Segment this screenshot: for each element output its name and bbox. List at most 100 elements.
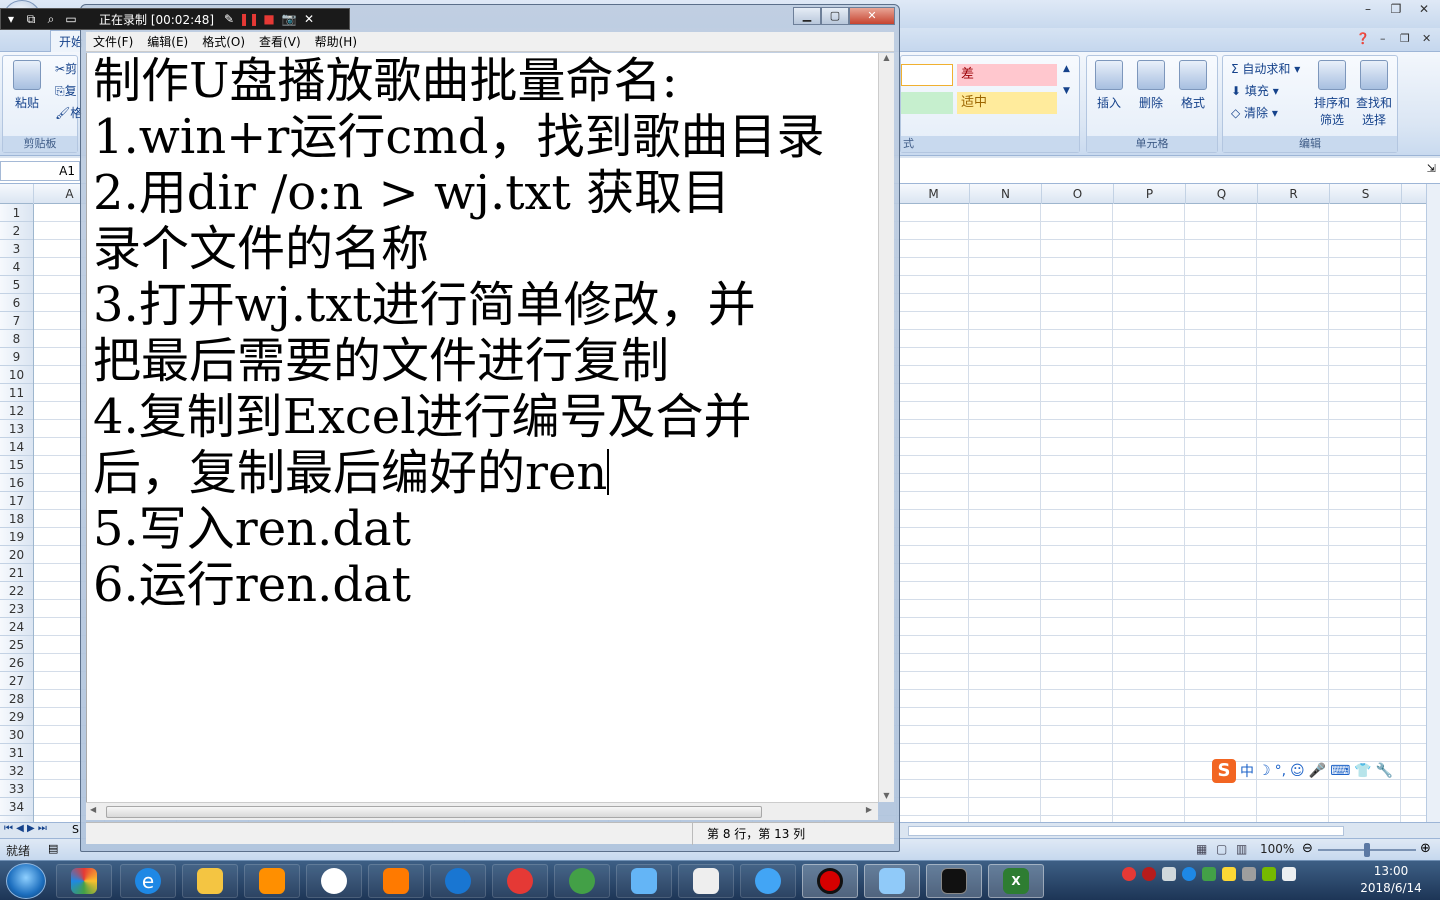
view-layout-icon[interactable]: ▢ [1216,842,1227,856]
excel-horizontal-scrollbar[interactable] [908,826,1344,836]
ime-emoji-icon[interactable]: ☺ [1290,763,1305,779]
taskbar-clock[interactable]: 13:00 2018/6/14 [1350,863,1432,897]
row-header[interactable]: 12 [0,402,33,420]
tray-nvidia-icon[interactable] [1262,867,1276,881]
notepad-minimize-button[interactable]: ▁ [793,7,821,25]
row-header[interactable]: 31 [0,744,33,762]
copy-button[interactable]: ⎘复 [55,82,77,100]
tray-sogou-icon[interactable] [1122,867,1136,881]
scroll-up-icon[interactable]: ▲ [879,53,894,62]
taskbar-app-colorful-icon[interactable] [56,864,112,898]
column-header-q[interactable]: Q [1186,184,1258,204]
row-header[interactable]: 19 [0,528,33,546]
format-button[interactable]: 格式 [1173,60,1213,111]
ime-settings-icon[interactable]: 🔧 [1376,763,1393,779]
row-header[interactable]: 32 [0,762,33,780]
autosum-button[interactable]: Σ 自动求和 ▾ [1231,60,1300,78]
view-normal-icon[interactable]: ▦ [1196,842,1207,856]
recorder-zoom-icon[interactable]: ⌕ [41,9,61,29]
paste-button[interactable]: 粘贴 [7,60,47,111]
taskbar-notepad-icon[interactable] [864,864,920,898]
name-box[interactable]: A1 [0,161,80,181]
taskbar-excel-icon[interactable]: X [988,864,1044,898]
taskbar-refresh-app-icon[interactable] [554,864,610,898]
row-header[interactable]: 1 [0,204,33,222]
recorder-close-icon[interactable]: ✕ [299,9,319,29]
row-header[interactable]: 16 [0,474,33,492]
recorder-camera-icon[interactable]: 📷 [279,9,299,29]
row-header[interactable]: 3 [0,240,33,258]
row-header[interactable]: 14 [0,438,33,456]
sogou-ime-logo-icon[interactable]: S [1212,759,1236,783]
row-header[interactable]: 28 [0,690,33,708]
start-button-icon[interactable] [6,863,46,899]
styles-scroll-down-icon[interactable]: ▼ [1063,82,1070,100]
ime-skin-icon[interactable]: 👕 [1354,763,1371,779]
notepad-text-area[interactable]: 制作U盘播放歌曲批量命名: 1.win+r运行cmd，找到歌曲目录 2.用dir… [86,53,878,802]
cut-button[interactable]: ✂剪 [55,60,77,78]
menu-view[interactable]: 查看(V) [252,33,308,50]
row-header[interactable]: 24 [0,618,33,636]
recorder-pause-icon[interactable]: ❚❚ [239,9,259,29]
column-header-o[interactable]: O [1042,184,1114,204]
zoom-in-icon[interactable]: ⊕ [1420,841,1431,856]
taskbar-kugou-music-icon[interactable] [430,864,486,898]
find-select-button[interactable]: 查找和 选择 [1353,60,1395,128]
column-header-m[interactable]: M [898,184,970,204]
tray-plus-icon[interactable] [1222,867,1236,881]
ime-punctuation-icon[interactable]: °, [1275,763,1286,779]
view-pagebreak-icon[interactable]: ▥ [1236,842,1247,856]
row-header[interactable]: 26 [0,654,33,672]
menu-format[interactable]: 格式(O) [195,33,252,50]
column-header-r[interactable]: R [1258,184,1330,204]
format-painter-button[interactable]: 🖌格 [55,104,82,122]
notepad-vertical-scrollbar[interactable]: ▲ ▼ [878,53,894,802]
row-header[interactable]: 11 [0,384,33,402]
scroll-down-icon[interactable]: ▼ [879,791,894,800]
fill-button[interactable]: ⬇ 填充 ▾ [1231,82,1279,100]
notepad-maximize-button[interactable]: ▢ [821,7,849,25]
row-header[interactable]: 4 [0,258,33,276]
delete-button[interactable]: 删除 [1131,60,1171,111]
notepad-hscroll-thumb[interactable] [106,806,762,818]
row-header[interactable]: 34 [0,798,33,816]
insert-button[interactable]: 插入 [1089,60,1129,111]
row-header[interactable]: 21 [0,564,33,582]
row-header[interactable]: 13 [0,420,33,438]
row-header[interactable]: 27 [0,672,33,690]
menu-help[interactable]: 帮助(H) [308,33,364,50]
style-good-cell[interactable] [901,92,953,114]
ime-halfwidth-icon[interactable]: ☽ [1258,763,1271,779]
row-header[interactable]: 8 [0,330,33,348]
row-header[interactable]: 15 [0,456,33,474]
recorder-window-icon[interactable]: ⧉ [21,9,41,29]
row-header[interactable]: 6 [0,294,33,312]
row-header[interactable]: 9 [0,348,33,366]
recorder-menu-icon[interactable]: ▾ [1,9,21,29]
notepad-horizontal-scrollbar[interactable]: ◀ ▶ [86,802,878,820]
taskbar-netease-music-icon[interactable] [492,864,548,898]
ribbon-restore-icon[interactable]: ❐ [1400,32,1410,45]
tray-kugou-icon[interactable] [1182,867,1196,881]
row-header[interactable]: 5 [0,276,33,294]
row-header[interactable]: 2 [0,222,33,240]
row-header[interactable]: 25 [0,636,33,654]
style-neutral-cell[interactable]: 适中 [957,92,1057,114]
row-header[interactable]: 30 [0,726,33,744]
taskbar-fox-app-icon[interactable] [678,864,734,898]
clear-button[interactable]: ◇ 清除 ▾ [1231,104,1278,122]
help-icon[interactable]: ❓ [1356,32,1370,45]
macro-record-icon[interactable]: ▤ [48,842,58,855]
zoom-slider-thumb[interactable] [1364,843,1370,857]
ime-chinese-mode[interactable]: 中 [1240,761,1254,781]
zoom-out-icon[interactable]: ⊖ [1302,841,1313,856]
row-header[interactable]: 18 [0,510,33,528]
taskbar-media-player-icon[interactable] [244,864,300,898]
sort-filter-button[interactable]: 排序和 筛选 [1311,60,1353,128]
recorder-stop-icon[interactable]: ■ [259,9,279,29]
taskbar-bird-app-icon[interactable] [616,864,672,898]
row-header[interactable]: 20 [0,546,33,564]
tray-tools-icon[interactable] [1242,867,1256,881]
menu-edit[interactable]: 编辑(E) [140,33,195,50]
recorder-region-icon[interactable]: ▭ [61,9,81,29]
